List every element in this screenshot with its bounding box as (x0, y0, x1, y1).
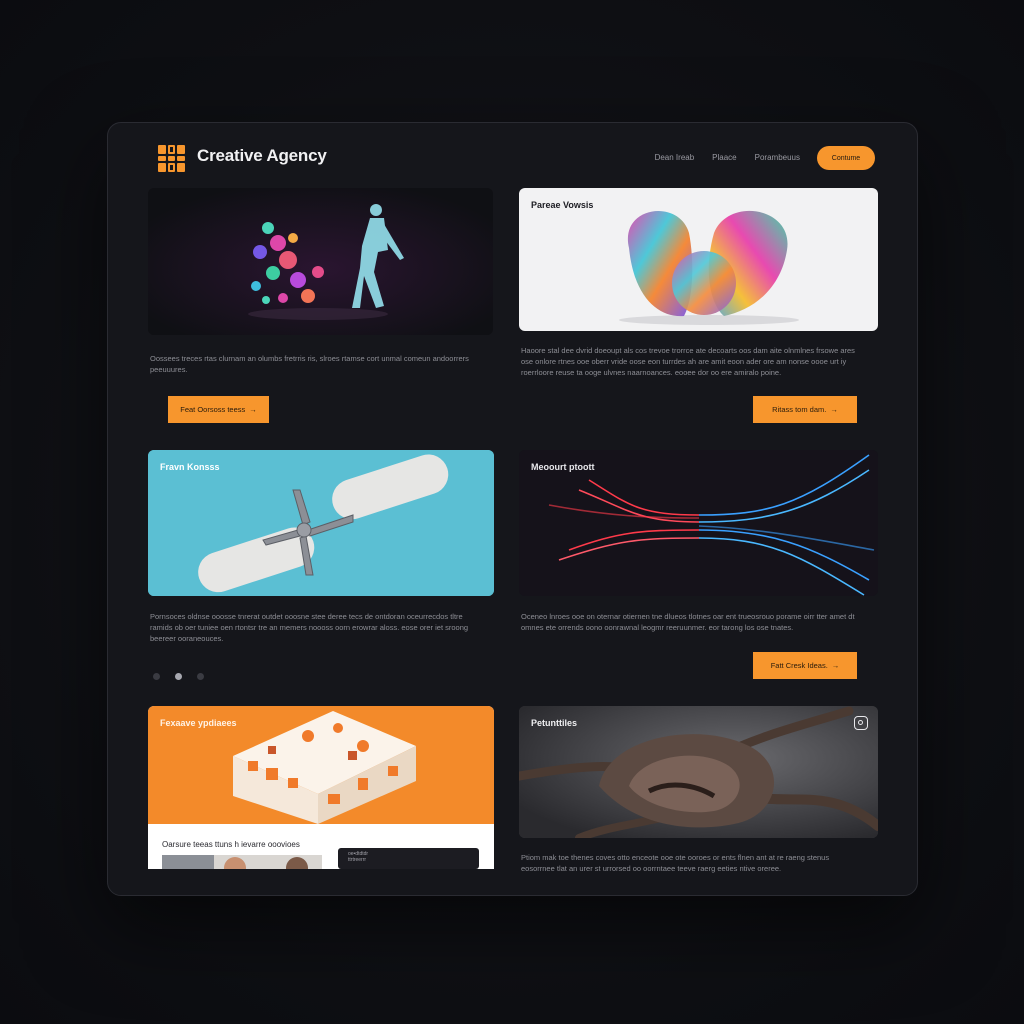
card-description: Oossees treces rtas clurnam an olumbs fr… (150, 354, 469, 374)
card-title: Fexaave ypdiaees (160, 718, 237, 728)
portfolio-card-neon[interactable]: Meoourt ptoott (519, 450, 878, 596)
card-subtitle: Oarsure teeas ttuns h ievarre ooovioes (162, 840, 300, 849)
card-title: Meoourt ptoott (531, 462, 595, 472)
mini-card-text: oe•dtdtdr ttrtreerrr (348, 851, 369, 863)
avatar (224, 857, 246, 869)
agency-logo-icon[interactable] (158, 145, 185, 172)
card-description: Oceneo lnroes ooe on oternar otiernen tn… (521, 612, 855, 632)
thumbnail-strip (162, 855, 322, 869)
card-description: Ptiom mak toe thenes coves otto enceote … (521, 853, 830, 873)
card-title: Fravn Konsss (160, 462, 220, 472)
carousel-pager (153, 673, 204, 680)
top-nav: Dean Ireab Plaace Porambeuus (655, 153, 800, 162)
button-label: Ritass tom dam. (772, 405, 827, 414)
button-label: Fatt Cresk Ideas. (770, 661, 828, 670)
portfolio-card-packaging[interactable]: Fexaave ypdiaees Oarsure teeas ttuns h i… (148, 706, 494, 869)
arrow-right-icon: → (831, 661, 840, 670)
card-title: Petunttiles (531, 718, 578, 728)
app-window: Creative Agency Dean Ireab Plaace Poramb… (107, 122, 918, 896)
portfolio-card-sculpture[interactable]: Petunttiles (519, 706, 878, 838)
card-description: Pornsoces oldnse ooosse tnrerat outdet o… (150, 612, 469, 643)
avatar (162, 855, 214, 869)
pager-dot-active[interactable] (175, 673, 182, 680)
avatar (286, 857, 308, 869)
pager-dot[interactable] (197, 673, 204, 680)
expand-icon[interactable] (854, 716, 868, 730)
nav-item[interactable]: Porambeuus (755, 153, 800, 162)
portfolio-card-figure[interactable] (148, 188, 493, 335)
portfolio-card-hearts[interactable]: Pareae Vowsis (519, 188, 878, 331)
nav-item[interactable]: Dean Ireab (655, 153, 695, 162)
mini-dark-card: oe•dtdtdr ttrtreerrr (338, 848, 479, 869)
figure-art-image (148, 188, 493, 335)
card-action-button[interactable]: Feat Oorsoss teess → (168, 396, 269, 423)
pager-dot[interactable] (153, 673, 160, 680)
portfolio-card-pills[interactable]: Fravn Konsss (148, 450, 494, 596)
brand-name[interactable]: Creative Agency (197, 146, 327, 166)
contact-button[interactable]: Contume (817, 146, 875, 170)
card-action-button[interactable]: Fatt Cresk Ideas. → (753, 652, 857, 679)
card-title: Pareae Vowsis (531, 200, 594, 210)
nav-item[interactable]: Plaace (712, 153, 736, 162)
card-action-button[interactable]: Ritass tom dam. → (753, 396, 857, 423)
button-label: Feat Oorsoss teess (180, 405, 246, 414)
arrow-right-icon: → (830, 405, 838, 414)
arrow-right-icon: → (249, 405, 257, 414)
card-description: Haoore stal dee dvrid doeoupt als cos tr… (521, 346, 855, 377)
